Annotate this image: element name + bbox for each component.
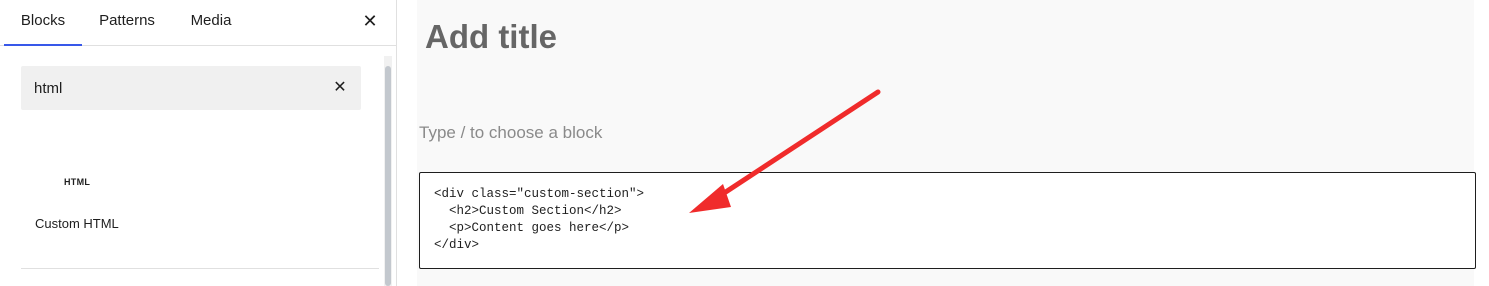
annotation-arrow-shaft [709, 89, 881, 204]
annotation-arrow-head [689, 184, 731, 213]
annotation-arrow [689, 89, 881, 213]
